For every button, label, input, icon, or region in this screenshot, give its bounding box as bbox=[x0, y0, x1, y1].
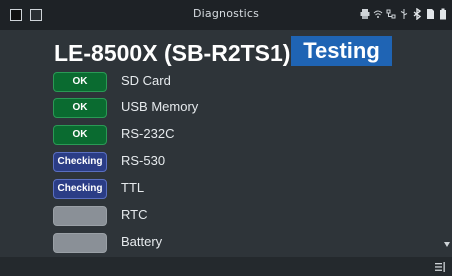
network-icon bbox=[386, 9, 396, 19]
item-label: SD Card bbox=[121, 73, 171, 88]
usb-icon bbox=[400, 9, 408, 19]
status-badge: OK bbox=[53, 125, 107, 145]
list-item: Checking TTL bbox=[53, 179, 353, 199]
list-item: Checking RS-530 bbox=[53, 152, 353, 172]
item-label: RS-530 bbox=[121, 153, 166, 168]
item-label: RS-232C bbox=[121, 126, 175, 141]
bluetooth-icon bbox=[413, 8, 422, 20]
sd-card-icon bbox=[427, 9, 434, 19]
list-item: OK USB Memory bbox=[53, 98, 353, 118]
status-badge: Checking bbox=[53, 179, 107, 199]
status-badge bbox=[53, 206, 107, 226]
status-badge: OK bbox=[53, 72, 107, 92]
status-badge: OK bbox=[53, 98, 107, 118]
test-state-badge: Testing bbox=[291, 36, 392, 66]
item-label: TTL bbox=[121, 180, 145, 195]
list-item: Battery bbox=[53, 233, 353, 253]
item-label: USB Memory bbox=[121, 99, 199, 114]
menu-icon[interactable] bbox=[434, 261, 446, 273]
list-item: OK RS-232C bbox=[53, 125, 353, 145]
bottom-bar bbox=[0, 257, 452, 276]
status-badge: Checking bbox=[53, 152, 107, 172]
status-badge bbox=[53, 233, 107, 253]
device-model-title: LE-8500X (SB-R2TS1) bbox=[54, 40, 291, 66]
status-icons bbox=[360, 8, 448, 20]
scroll-down-icon[interactable] bbox=[444, 242, 450, 247]
printer-icon bbox=[360, 9, 370, 19]
status-bar: Diagnostics bbox=[0, 0, 452, 30]
battery-icon bbox=[440, 8, 446, 20]
list-item: OK SD Card bbox=[53, 72, 353, 92]
wifi-icon bbox=[373, 10, 383, 18]
list-item: RTC bbox=[53, 206, 353, 226]
item-label: Battery bbox=[121, 234, 163, 249]
item-label: RTC bbox=[121, 207, 148, 222]
